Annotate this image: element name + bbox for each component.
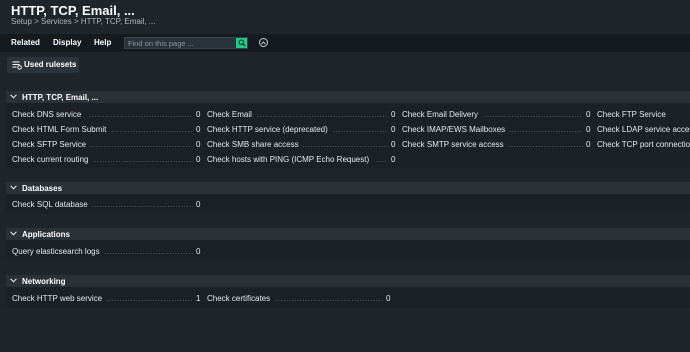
page-title: HTTP, TCP, Email, ... [11, 3, 135, 18]
item-name: Check HTTP service (deprecated) [207, 125, 328, 134]
page-header: HTTP, TCP, Email, ... Setup > Services >… [0, 0, 690, 34]
dotted-leader: ........................ [333, 125, 388, 134]
section-header[interactable]: Networking [6, 275, 690, 287]
item-name: Check current routing [12, 155, 89, 164]
menu-display[interactable]: Display [53, 38, 81, 47]
ruleset-item[interactable]: Check SMTP service access ..............… [402, 139, 592, 151]
ruleset-item[interactable]: Check DNS service ......................… [12, 109, 202, 121]
dotted-leader: ........................................… [94, 155, 193, 164]
item-name: Check HTML Form Submit [12, 125, 107, 134]
item-name: Check Email Delivery [402, 110, 479, 119]
ruleset-item[interactable]: Check IMAP/EWS Mailboxes ...............… [402, 124, 592, 136]
section-applications: Applications Query elasticsearch logs ..… [6, 228, 690, 261]
item-name: Check Email [207, 110, 252, 119]
chevron-down-icon [10, 278, 17, 283]
dotted-leader: ........................................… [91, 200, 193, 209]
ruleset-item[interactable]: Check HTTP web service .................… [12, 293, 202, 305]
item-count: 0 [391, 110, 396, 119]
ruleset-item[interactable]: Check current routing ..................… [12, 154, 202, 166]
menu-help[interactable]: Help [94, 38, 111, 47]
chevron-down-icon [10, 185, 17, 190]
item-count: 0 [586, 140, 591, 149]
item-name: Check certificates [207, 294, 271, 303]
dotted-leader: .................................... [111, 125, 193, 134]
item-count: 0 [196, 125, 201, 134]
section-title: Applications [22, 230, 71, 239]
item-name: Check IMAP/EWS Mailboxes [402, 125, 506, 134]
breadcrumb[interactable]: Setup > Services > HTTP, TCP, Email, ... [11, 17, 156, 26]
ruleset-item[interactable]: Check HTML Form Submit .................… [12, 124, 202, 136]
dotted-leader: ................................ [509, 125, 583, 134]
item-name: Check SMTP service access [402, 140, 504, 149]
ruleset-item[interactable]: Check SQL database .....................… [12, 199, 202, 211]
item-count: 0 [196, 247, 201, 256]
dotted-leader: ........................................… [484, 110, 583, 119]
toggle-button[interactable] [259, 38, 268, 47]
item-count: 0 [391, 140, 396, 149]
section-header[interactable]: HTTP, TCP, Email, ... [6, 91, 690, 103]
item-name: Check SMB share access [207, 140, 299, 149]
section-title: Networking [22, 277, 66, 286]
dotted-leader: ........................................… [275, 294, 384, 303]
section-title: HTTP, TCP, Email, ... [22, 93, 99, 102]
item-count: 0 [586, 125, 591, 134]
dotted-leader: ...................................... [104, 247, 193, 256]
search-icon [238, 39, 246, 47]
ruleset-item[interactable]: Query elasticsearch logs ...............… [12, 246, 202, 258]
dotted-leader: ........................................… [90, 140, 193, 149]
item-count: 0 [196, 200, 201, 209]
item-name: Check DNS service [12, 110, 82, 119]
item-name: Check hosts with PING (ICMP Echo Request… [207, 155, 370, 164]
item-name: Check SQL database [12, 200, 88, 209]
search-box [124, 37, 248, 49]
dotted-leader: ........................................… [89, 110, 193, 119]
used-rulesets-button[interactable]: Used rulesets [7, 57, 79, 73]
item-name: Check TCP port connection [597, 140, 690, 149]
ruleset-item[interactable]: Check hosts with PING (ICMP Echo Request… [207, 154, 397, 166]
ruleset-item[interactable]: Check Email ............................… [207, 109, 397, 121]
section-title: Databases [22, 184, 63, 193]
menu-related[interactable]: Related [11, 38, 40, 47]
used-rulesets-label: Used rulesets [24, 60, 77, 69]
section-header[interactable]: Applications [6, 228, 690, 240]
item-count: 0 [196, 140, 201, 149]
item-name: Check SFTP Service [12, 140, 87, 149]
dotted-leader: ..................................... [302, 140, 388, 149]
list-icon [12, 61, 22, 70]
section-networking: Networking Check HTTP web service ......… [6, 275, 690, 308]
item-count: 0 [196, 110, 201, 119]
ruleset-item[interactable]: Check SMB share access .................… [207, 139, 397, 151]
item-count: 0 [586, 110, 591, 119]
chevron-down-icon [10, 94, 17, 99]
chevron-down-icon [10, 231, 17, 236]
item-count: 0 [391, 155, 396, 164]
dotted-leader: .... [376, 155, 387, 164]
ruleset-item[interactable]: Check certificates .....................… [207, 293, 397, 305]
dotted-leader: ..................................... [106, 294, 193, 303]
item-name: Check FTP Service [597, 110, 666, 119]
ruleset-item[interactable]: Check SFTP Service .....................… [12, 139, 202, 151]
item-name: Check LDAP service access [597, 125, 690, 134]
ruleset-item[interactable]: Check Email Delivery ...................… [402, 109, 592, 121]
dotted-leader: ................................ [508, 140, 583, 149]
search-input[interactable] [128, 38, 233, 48]
item-count: 0 [391, 125, 396, 134]
item-count: 0 [196, 155, 201, 164]
section-databases: Databases Check SQL database ...........… [6, 182, 690, 214]
dotted-leader: ........................................… [257, 110, 388, 119]
item-count: 1 [196, 294, 201, 303]
section-http-tcp-email: HTTP, TCP, Email, ... Check DNS service … [6, 91, 690, 168]
item-name: Query elasticsearch logs [12, 247, 100, 256]
chevron-up-icon [261, 40, 266, 45]
item-name: Check HTTP web service [12, 294, 103, 303]
ruleset-item[interactable]: Check FTP Service [597, 109, 690, 121]
search-button[interactable] [236, 38, 247, 48]
ruleset-item[interactable]: Check LDAP service access [597, 124, 690, 136]
ruleset-item[interactable]: Check TCP port connection [597, 139, 690, 151]
item-count: 0 [386, 294, 391, 303]
ruleset-item[interactable]: Check HTTP service (deprecated) ........… [207, 124, 397, 136]
section-header[interactable]: Databases [6, 182, 690, 194]
menu-bar: Related Display Help [0, 34, 690, 52]
